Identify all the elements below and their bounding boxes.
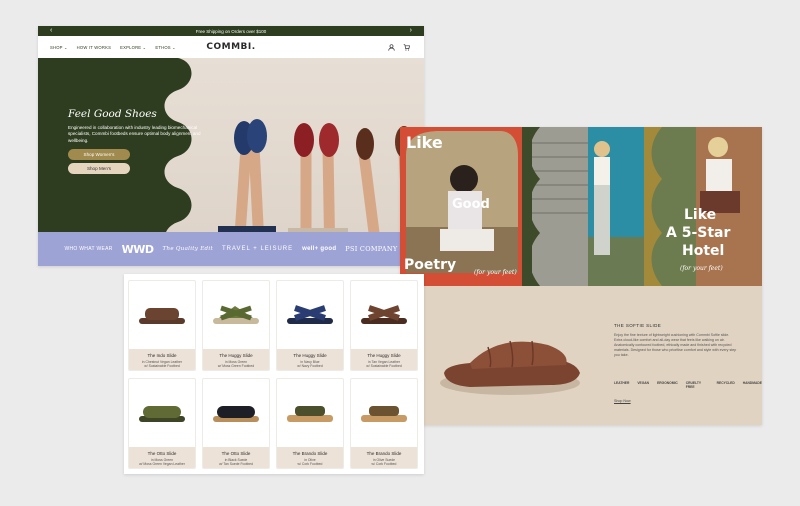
product-description: Enjoy the fine texture of lightweight cu… — [614, 333, 737, 357]
shop-now-link[interactable]: Shop Now — [614, 399, 631, 403]
product-name: The Otto Slide — [147, 451, 177, 456]
product-name: The Brando Slide — [366, 451, 402, 456]
product-image — [139, 308, 185, 324]
product-card[interactable]: The Indo Slide in Chestnut Vegan Leather w… — [128, 280, 196, 371]
product-footbed: w/ Sustainable Footbed — [366, 364, 402, 368]
cart-icon[interactable] — [403, 43, 410, 51]
product-image — [213, 305, 259, 324]
product-image — [361, 406, 407, 422]
hero-body: Engineered in collaboration with industr… — [68, 125, 201, 143]
product-image — [139, 406, 185, 422]
prev-announcement-icon[interactable]: ‹ — [50, 26, 52, 36]
press-logo-quality-edit: The Quality Edit — [162, 245, 213, 252]
brand-logo[interactable]: COMMBI. — [206, 42, 255, 52]
hero-copy: Feel Good Shoes Engineered in collaborat… — [68, 108, 208, 177]
product-grid-screenshot: The Indo Slide in Chestnut Vegan Leather w… — [124, 274, 424, 474]
announcement-bar: ‹ Free Shipping on Orders over $100 › — [38, 26, 424, 36]
product-badges: LEATHER VEGAN ERGONOMIC CRUELTY FREE REC… — [614, 381, 762, 389]
product-image — [361, 305, 407, 324]
hero-title: Feel Good Shoes — [68, 108, 157, 120]
press-logo-who-what-wear: WHO WHAT WEAR — [64, 246, 113, 252]
badge-cruelty-free: CRUELTY FREE — [685, 381, 702, 389]
headline-like-2: Like — [684, 207, 717, 223]
product-card[interactable]: The Brando Slide in Olive w/ Cork Footbed — [276, 378, 344, 469]
nav-explore[interactable]: EXPLORE ⌄ — [120, 45, 146, 50]
product-image — [213, 406, 259, 422]
badge-leather: LEATHER — [614, 381, 630, 385]
product-footbed: w/ Moss Green Vegan Leather — [139, 462, 185, 466]
product-card[interactable]: The Brando Slide in Olive Suede w/ Cork Fo… — [350, 378, 418, 469]
headline-like: Like — [406, 133, 443, 152]
nav-shop[interactable]: SHOP ⌄ — [50, 45, 68, 50]
product-name: The Otto Slide — [221, 451, 251, 456]
product-title: THE SOFTIE SLIDE — [614, 323, 662, 328]
press-logo-well-good: well+ good — [302, 245, 337, 252]
product-footbed: w/ Tan Suede Footbed — [219, 462, 253, 466]
main-nav: SHOP ⌄ HOW IT WORKS EXPLORE ⌄ ETHOS ⌄ CO… — [38, 36, 424, 58]
homepage-screenshot: ‹ Free Shipping on Orders over $100 › SH… — [38, 26, 424, 266]
nav-ethos[interactable]: ETHOS ⌄ — [155, 45, 176, 50]
shop-men-button[interactable]: Shop Men's — [68, 163, 130, 175]
badge-handmade: HANDMADE — [742, 381, 762, 385]
next-announcement-icon[interactable]: › — [410, 26, 412, 36]
badge-recycled: RECYCLED — [716, 381, 735, 385]
product-footbed: w/ Cork Footbed — [371, 462, 397, 466]
badge-vegan: VEGAN — [637, 381, 650, 385]
nav-how-it-works[interactable]: HOW IT WORKS — [77, 45, 111, 50]
announcement-text: Free Shipping on Orders over $100 — [195, 28, 267, 34]
product-card[interactable]: The Huggy Slide in Tan Vegan Leather w/ Su… — [350, 280, 418, 371]
account-icon[interactable] — [388, 43, 395, 51]
shop-women-button[interactable]: Shop Women's — [68, 149, 130, 161]
product-name: The Huggy Slide — [367, 353, 401, 358]
product-footbed: w/ Navy Footbed — [297, 364, 323, 368]
product-card[interactable]: The Huggy Slide in Navy Blue w/ Navy Footb… — [276, 280, 344, 371]
product-name: The Huggy Slide — [219, 353, 253, 358]
product-card[interactable]: The Otto Slide in Moss Green w/ Moss Green… — [128, 378, 196, 469]
press-logo-travel-leisure: TRAVEL + LEISURE — [221, 246, 294, 252]
headline-good: Good — [452, 197, 490, 212]
headline-poetry: Poetry — [404, 257, 457, 273]
badge-ergonomic: ERGONOMIC — [657, 381, 678, 385]
headline-five-star: A 5-Star — [666, 225, 731, 241]
softie-slide-image — [440, 340, 580, 395]
product-card[interactable]: The Otto Slide in Black Suede w/ Tan Suede… — [202, 378, 270, 469]
headline-for-your-feet: (for your feet) — [474, 269, 517, 276]
press-logo-psi-company: PSI COMPANY — [345, 245, 398, 253]
product-name: The Huggy Slide — [293, 353, 327, 358]
product-name: The Indo Slide — [147, 353, 177, 358]
product-name: The Brando Slide — [292, 451, 328, 456]
product-footbed: w/ Sustainable Footbed — [144, 364, 180, 368]
press-logos-strip: WHO WHAT WEAR WWD The Quality Edit TRAVE… — [38, 232, 424, 266]
headline-for-your-feet-2: (for your feet) — [680, 265, 723, 272]
product-footbed: w/ Cork Footbed — [297, 462, 323, 466]
product-card[interactable]: The Huggy Slide in Moss Green w/ Moss Gree… — [202, 280, 270, 371]
product-image — [287, 406, 333, 422]
headline-hotel: Hotel — [682, 243, 725, 259]
product-image — [287, 305, 333, 324]
editorial-screenshot: Like Good Poetry (for your feet) Like A … — [400, 127, 762, 425]
press-logo-wwd: WWD — [121, 242, 154, 256]
hero-banner: Feel Good Shoes Engineered in collaborat… — [38, 58, 424, 256]
editorial-banner: Like Good Poetry (for your feet) Like A … — [400, 127, 762, 286]
product-footbed: w/ Moss Green Footbed — [217, 364, 255, 368]
